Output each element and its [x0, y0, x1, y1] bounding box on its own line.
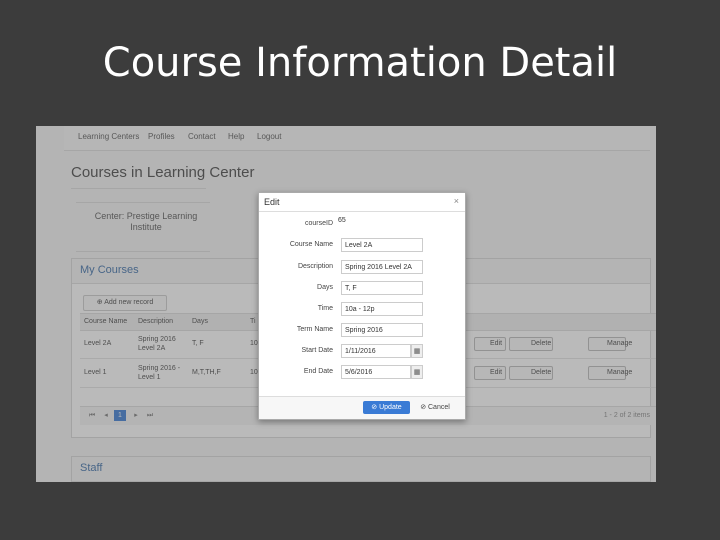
- edit-dialog-footer: ⊘ Update ⊘ Cancel: [259, 396, 465, 419]
- days-label: Days: [317, 284, 333, 291]
- slide-title: Course Information Detail: [102, 40, 618, 86]
- course-id-label: courseID: [304, 220, 333, 227]
- description-input[interactable]: Spring 2016 Level 2A: [341, 260, 423, 274]
- description-label: Description: [297, 263, 333, 270]
- calendar-icon[interactable]: ▦: [411, 365, 423, 379]
- update-label: Update: [379, 404, 402, 411]
- cancel-icon: ⊘: [420, 404, 428, 411]
- update-button[interactable]: ⊘ Update: [363, 401, 410, 414]
- edit-dialog-header: Edit ×: [259, 193, 465, 212]
- course-name-label: Course Name: [289, 241, 333, 248]
- term-name-label: Term Name: [296, 326, 333, 333]
- course-name-input[interactable]: Level 2A: [341, 238, 423, 252]
- term-name-input[interactable]: Spring 2016: [341, 323, 423, 337]
- end-date-label: End Date: [303, 368, 333, 375]
- start-date-input[interactable]: 1/11/2016: [341, 344, 411, 358]
- time-input[interactable]: 10a - 12p: [341, 302, 423, 316]
- days-input[interactable]: T, F: [341, 281, 423, 295]
- time-label: Time: [317, 305, 333, 312]
- course-id-value: 65: [338, 217, 346, 224]
- close-icon[interactable]: ×: [454, 196, 459, 206]
- edit-dialog-title: Edit: [264, 197, 280, 207]
- start-date-label: Start Date: [301, 347, 333, 354]
- calendar-icon[interactable]: ▦: [411, 344, 423, 358]
- edit-dialog: Edit × courseID 65 Course Name Level 2A …: [258, 192, 466, 420]
- end-date-input[interactable]: 5/6/2016: [341, 365, 411, 379]
- cancel-button[interactable]: ⊘ Cancel: [415, 401, 455, 414]
- check-icon: ⊘: [371, 404, 380, 411]
- cancel-label: Cancel: [428, 404, 450, 411]
